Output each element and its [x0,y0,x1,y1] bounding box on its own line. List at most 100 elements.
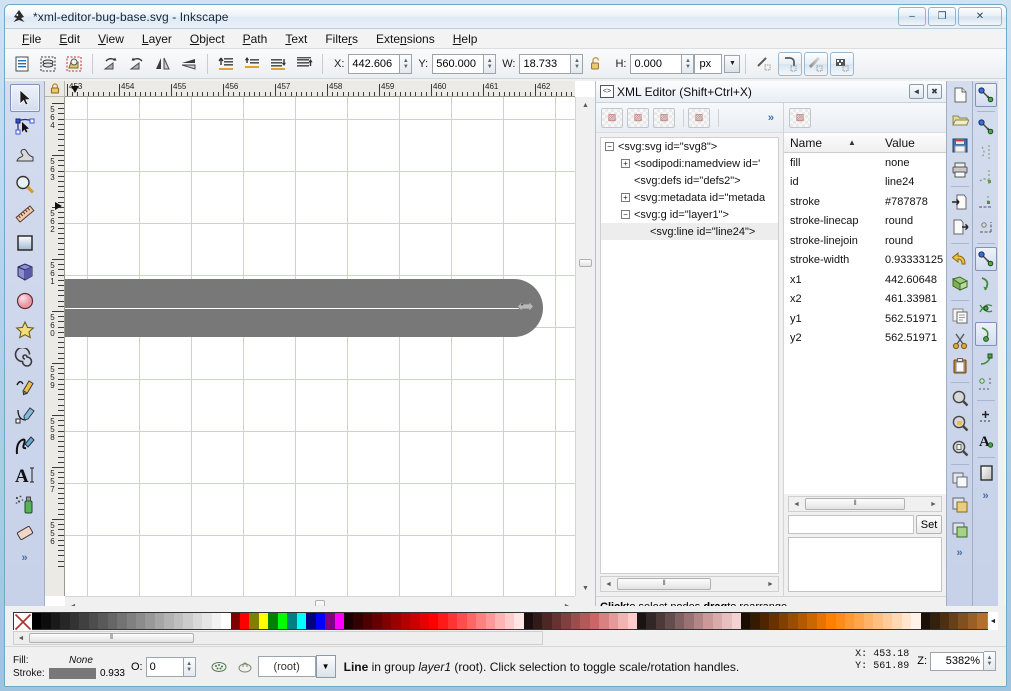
attribute-row[interactable]: y1 562.51971 [784,309,946,329]
xml-node-tree[interactable]: − <svg:svg id="svg8"> + <sodipodi:namedview… [600,137,779,574]
drawing-canvas[interactable] [65,97,575,596]
palette-swatch[interactable] [334,613,344,629]
affect-stroke-width-icon[interactable] [752,52,776,76]
attribute-row[interactable]: id line24 [784,173,946,193]
palette-swatch[interactable] [495,613,505,629]
palette-swatch[interactable] [958,613,968,629]
palette-swatch[interactable] [41,613,51,629]
open-document-icon[interactable] [949,108,971,132]
scroll-left-icon[interactable]: ◄ [602,577,615,591]
command-bar-overflow-button[interactable]: » [956,547,962,559]
palette-swatch[interactable] [504,613,515,629]
selector-tool[interactable] [9,84,40,112]
palette-swatch[interactable] [69,613,80,629]
y-spinner[interactable]: ▲ ▼ [484,53,497,74]
palette-swatch[interactable] [230,613,240,629]
palette-swatch[interactable] [410,613,420,629]
xml-tree-node[interactable]: − <svg:svg id="svg8"> [601,138,778,155]
attribute-row[interactable]: stroke-linecap round [784,212,946,232]
menu-file[interactable]: File [13,30,50,48]
text-a-icon[interactable]: A [10,461,40,489]
xml-toolbar-overflow-button[interactable]: » [768,112,778,124]
palette-swatch[interactable] [353,613,363,629]
palette-swatch[interactable] [637,613,647,629]
cut-icon[interactable] [949,329,971,353]
palette-swatch[interactable] [703,613,713,629]
palette-swatch[interactable] [533,613,543,629]
xml-tree-node[interactable]: <svg:defs id="defs2"> [601,172,778,189]
deselect-icon[interactable] [62,52,86,76]
collapse-icon[interactable]: − [621,210,630,219]
raise-icon[interactable] [240,52,264,76]
attribute-row[interactable]: x1 442.60648 [784,270,946,290]
palette-swatch[interactable] [466,613,477,629]
w-input[interactable]: 18.733 [519,53,572,74]
palette-swatch[interactable] [674,613,685,629]
palette-swatch[interactable] [429,613,439,629]
snap-smooth-node-icon[interactable] [975,347,997,371]
attribute-table[interactable]: fill none id line24 stroke #787878 stroke-line… [784,153,946,494]
lock-open-icon[interactable] [584,52,608,76]
palette-swatch[interactable] [485,613,496,629]
palette-swatch[interactable] [457,613,467,629]
attribute-row[interactable]: stroke-width 0.93333125 [784,251,946,271]
delete-node-icon[interactable]: ▨ [688,107,710,128]
palette-swatch[interactable] [287,613,297,629]
palette-swatch[interactable] [778,613,789,629]
palette-swatch[interactable] [826,613,836,629]
no-color-swatch[interactable] [14,613,32,631]
palette-scroll-thumb[interactable]: ⦀ [29,633,194,643]
affect-patterns-icon[interactable] [830,51,855,76]
palette-swatch[interactable] [863,613,874,629]
palette-swatch[interactable] [797,613,808,629]
dock-collapse-button[interactable]: ◄ [909,84,924,99]
rotate-90-cw-icon[interactable] [125,52,149,76]
menu-extensions[interactable]: Extensions [367,30,444,48]
palette-swatch[interactable] [901,613,912,629]
scroll-up-icon[interactable]: ▲ [576,97,595,113]
opacity-spinner[interactable]: ▲ ▼ [183,656,196,677]
paste-icon[interactable] [949,354,971,378]
xml-tree-node[interactable]: − <svg:g id="layer1"> [601,206,778,223]
flip-horizontal-icon[interactable] [151,52,175,76]
new-document-icon[interactable] [949,83,971,107]
palette-swatch[interactable] [173,613,184,629]
palette-swatch[interactable] [154,613,165,629]
export-icon[interactable] [949,215,971,239]
snap-path-intersection-icon[interactable] [975,297,997,321]
vertical-ruler[interactable]: 564 563 562 561 560 559 558 557 556 [45,97,65,596]
chevron-down-icon[interactable]: ▼ [724,54,741,73]
palette-swatch[interactable] [977,613,987,629]
ruler-icon[interactable] [10,200,40,228]
palette-swatch[interactable] [740,613,751,629]
zoom-input[interactable]: 5382% [930,651,984,671]
pencil-icon[interactable] [10,374,40,402]
palette-swatch[interactable] [50,613,61,629]
palette-swatch[interactable] [277,613,288,629]
palette-swatch[interactable] [589,613,600,629]
copy-icon[interactable] [949,304,971,328]
stroke-row[interactable]: Stroke: 0.933 [13,667,125,680]
color-palette[interactable] [13,612,998,631]
snap-bbox-edge-midpoint-icon[interactable] [975,190,997,214]
eraser-icon[interactable] [10,519,40,547]
palette-swatch[interactable] [32,613,42,629]
palette-swatch[interactable] [438,613,448,629]
node-editor-icon[interactable] [10,113,40,141]
palette-swatch[interactable] [391,613,401,629]
attribute-row[interactable]: y2 562.51971 [784,329,946,349]
h-input[interactable]: 0.000 [630,53,683,74]
set-attribute-button[interactable]: Set [916,515,942,534]
palette-swatch[interactable] [646,613,656,629]
palette-swatch[interactable] [135,613,146,629]
attribute-hscrollbar[interactable]: ◄ ⦀ ► [788,496,942,512]
cube-icon[interactable] [10,258,40,286]
palette-swatch[interactable] [296,613,307,629]
xml-tree-node[interactable]: + <sodipodi:namedview id=' [601,155,778,172]
palette-swatch[interactable] [145,613,155,629]
palette-swatch[interactable] [306,613,316,629]
palette-swatch[interactable] [164,613,174,629]
palette-swatch[interactable] [551,613,562,629]
zoom-selection-icon[interactable] [949,386,971,410]
palette-swatch[interactable] [759,613,770,629]
